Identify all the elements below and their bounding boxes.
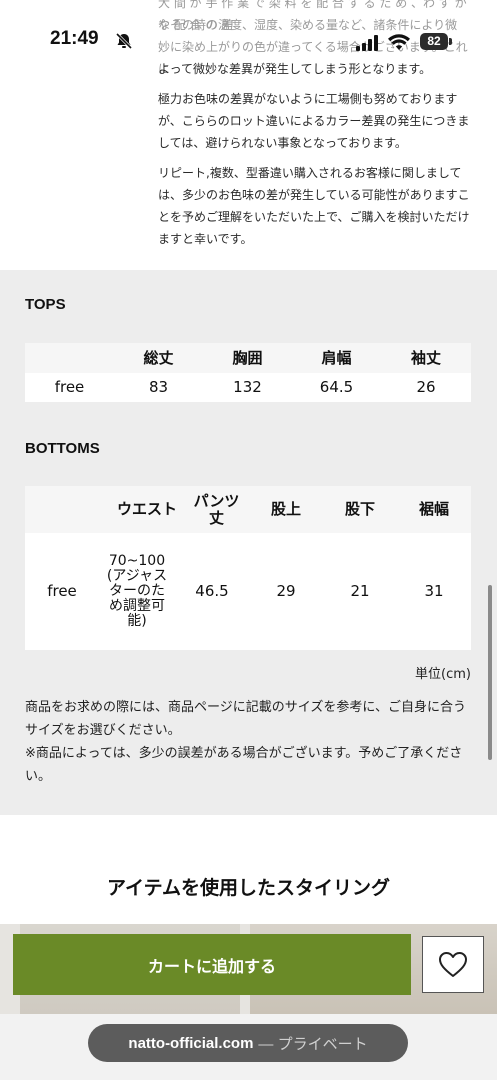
bottoms-header-cell: パンツ丈 [193,491,240,527]
wifi-icon [388,34,410,50]
favorite-button[interactable] [422,936,484,993]
status-time: 21:49 [50,28,99,49]
bottoms-header-cell: 股下 [344,500,375,518]
bottoms-cell: 21 [350,582,370,600]
bottoms-table: ウエスト パンツ丈 股上 股下 裾幅 free 70~100(アジャスターのため… [25,486,471,650]
description-paragraph: リピート,複数、型番違い購入されるお客様に関しましては、多少のお色味の差が発生し… [158,166,470,246]
battery-tip [449,38,452,45]
bottoms-header-cell: ウエスト [116,500,177,518]
tops-cell: 64.5 [319,378,354,396]
tops-header-cell: 肩幅 [321,348,352,367]
add-to-cart-button[interactable]: カートに追加する [13,934,411,995]
tops-table: 総丈 胸囲 肩幅 袖丈 free 83 132 64.5 26 [25,343,471,402]
scrollbar[interactable] [488,585,492,760]
tops-cell: 26 [416,378,436,396]
styling-section-title: アイテムを使用したスタイリング [106,877,391,899]
tops-header-cell: 袖丈 [410,348,441,367]
bottoms-header-cell: 股上 [270,500,301,518]
bottoms-cell: 31 [424,582,444,600]
address-bar[interactable]: natto-official.com — プライベート [88,1024,408,1062]
size-chart-section: TOPS 総丈 胸囲 肩幅 袖丈 free 83 132 64.5 26 BOT… [0,270,497,815]
unit-label: 単位(cm) [415,667,471,682]
status-bar: 21:49 82 [0,26,497,56]
private-label: — プライベート [258,1035,368,1053]
bottoms-row-label: free [47,582,77,600]
tops-header-cell: 総丈 [143,348,174,367]
bottoms-title: BOTTOMS [25,440,100,457]
bottoms-cell: 29 [276,582,296,600]
tops-cell: 132 [233,378,262,396]
bell-slash-icon [115,32,133,50]
description-paragraph: 極力お色味の差異がないように工場側も努めております が、こららのロット違いによる… [158,92,470,150]
heart-icon [439,951,467,977]
signal-icon [356,35,378,51]
bottoms-header-cell: 裾幅 [418,500,449,518]
tops-header-cell: 胸囲 [232,348,263,367]
tops-row-label: free [54,378,85,396]
battery-indicator: 82 [420,33,448,50]
address-domain: natto-official.com [128,1034,254,1052]
size-note-line: ※商品によっては、多少の誤差がある場合がございます。予めご了承ください。 [25,746,463,784]
size-note-line: 商品をお求めの際には、商品ページに記載のサイズを参考に、ご自身に合うサイズをお選… [25,700,466,738]
size-note: 商品をお求めの際には、商品ページに記載のサイズを参考に、ご自身に合うサイズをお選… [25,696,475,788]
tops-cell: 83 [148,378,169,396]
tops-title: TOPS [25,296,66,313]
description-line: よって微妙な差異が発生してしまう形となります。 [158,62,432,76]
bottoms-cell: 46.5 [195,582,229,600]
bottoms-cell: 70~100(アジャスターのため調整可能) [106,553,168,629]
